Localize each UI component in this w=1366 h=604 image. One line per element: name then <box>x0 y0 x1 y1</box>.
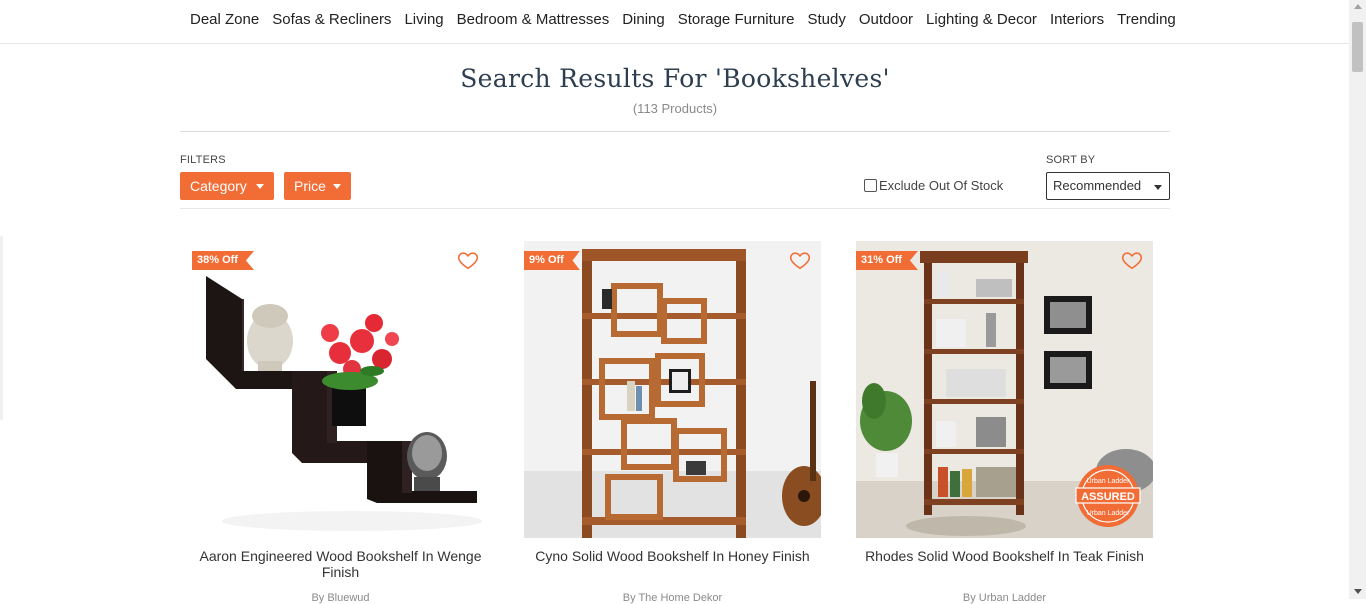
exclude-out-of-stock[interactable]: Exclude Out Of Stock <box>864 178 1003 193</box>
scroll-up-arrow-icon[interactable] <box>1354 4 1362 9</box>
heart-icon[interactable] <box>1121 249 1143 271</box>
scrollbar-thumb[interactable] <box>1352 22 1363 72</box>
product-photo-wall-shelf <box>192 241 489 538</box>
discount-badge: 9% Off <box>524 251 580 270</box>
product-brand: By Urban Ladder <box>962 592 1047 604</box>
nav-item-lighting-decor[interactable]: Lighting & Decor <box>926 11 1037 28</box>
product-name[interactable]: Aaron Engineered Wood Bookshelf In Wenge… <box>192 548 489 580</box>
nav-item-bedroom-mattresses[interactable]: Bedroom & Mattresses <box>457 11 610 28</box>
nav-item-outdoor[interactable]: Outdoor <box>859 11 913 28</box>
product-card[interactable]: 9% Off Cyno Solid Wood Bookshelf In Hone… <box>524 241 821 604</box>
product-card[interactable]: 38% Off Aaron Engineered Wood Bookshelf … <box>192 241 489 604</box>
sort-select[interactable]: Recommended <box>1046 172 1170 200</box>
discount-badge: 31% Off <box>856 251 918 270</box>
caret-down-icon <box>256 184 264 189</box>
vertical-scrollbar[interactable] <box>1349 0 1366 599</box>
sort-selected-value: Recommended <box>1053 178 1142 193</box>
product-image[interactable]: ASSURED Urban Ladder Urban Ladder 31% Of… <box>856 241 1153 538</box>
top-navigation: Deal Zone Sofas & Recliners Living Bedro… <box>0 0 1349 44</box>
product-brand: By Bluewud <box>311 592 370 604</box>
nav-item-dining[interactable]: Dining <box>622 11 665 28</box>
svg-text:ASSURED: ASSURED <box>1081 491 1135 503</box>
product-photo-bookshelf <box>524 241 821 538</box>
nav-item-deal-zone[interactable]: Deal Zone <box>190 11 259 28</box>
nav-item-sofas-recliners[interactable]: Sofas & Recliners <box>272 11 391 28</box>
product-image[interactable]: 9% Off <box>524 241 821 538</box>
discount-badge: 38% Off <box>192 251 254 270</box>
scroll-down-arrow-icon[interactable] <box>1354 589 1362 594</box>
divider <box>180 208 1170 209</box>
nav-menu: Deal Zone Sofas & Recliners Living Bedro… <box>190 11 1189 28</box>
caret-down-icon <box>333 184 341 189</box>
divider <box>180 131 1170 132</box>
product-name[interactable]: Cyno Solid Wood Bookshelf In Honey Finis… <box>524 548 821 564</box>
nav-item-storage-furniture[interactable]: Storage Furniture <box>678 11 795 28</box>
heart-icon[interactable] <box>789 249 811 271</box>
exclude-out-of-stock-checkbox[interactable] <box>864 179 877 192</box>
page-title: Search Results For 'Bookshelves' <box>460 64 890 93</box>
sort-by-label: SORT BY <box>1046 154 1096 166</box>
caret-down-icon <box>1154 185 1162 190</box>
product-image[interactable]: 38% Off <box>192 241 489 538</box>
product-count: (113 Products) <box>632 101 718 116</box>
product-photo-tall-bookshelf: ASSURED Urban Ladder Urban Ladder <box>856 241 1153 538</box>
left-edge-panel <box>0 236 3 420</box>
nav-item-trending[interactable]: Trending <box>1117 11 1176 28</box>
heart-icon[interactable] <box>457 249 479 271</box>
svg-text:Urban Ladder: Urban Ladder <box>1087 510 1130 517</box>
nav-item-study[interactable]: Study <box>807 11 845 28</box>
product-brand: By The Home Dekor <box>622 592 723 604</box>
nav-item-interiors[interactable]: Interiors <box>1050 11 1104 28</box>
filters-label: FILTERS <box>180 154 226 166</box>
product-name[interactable]: Rhodes Solid Wood Bookshelf In Teak Fini… <box>856 548 1153 564</box>
price-filter-button[interactable]: Price <box>284 172 351 200</box>
category-filter-label: Category <box>190 178 247 194</box>
product-card[interactable]: ASSURED Urban Ladder Urban Ladder 31% Of… <box>856 241 1153 604</box>
nav-item-living[interactable]: Living <box>404 11 443 28</box>
price-filter-label: Price <box>294 178 326 194</box>
exclude-out-of-stock-label: Exclude Out Of Stock <box>879 178 1004 193</box>
svg-text:Urban Ladder: Urban Ladder <box>1087 478 1130 485</box>
category-filter-button[interactable]: Category <box>180 172 274 200</box>
